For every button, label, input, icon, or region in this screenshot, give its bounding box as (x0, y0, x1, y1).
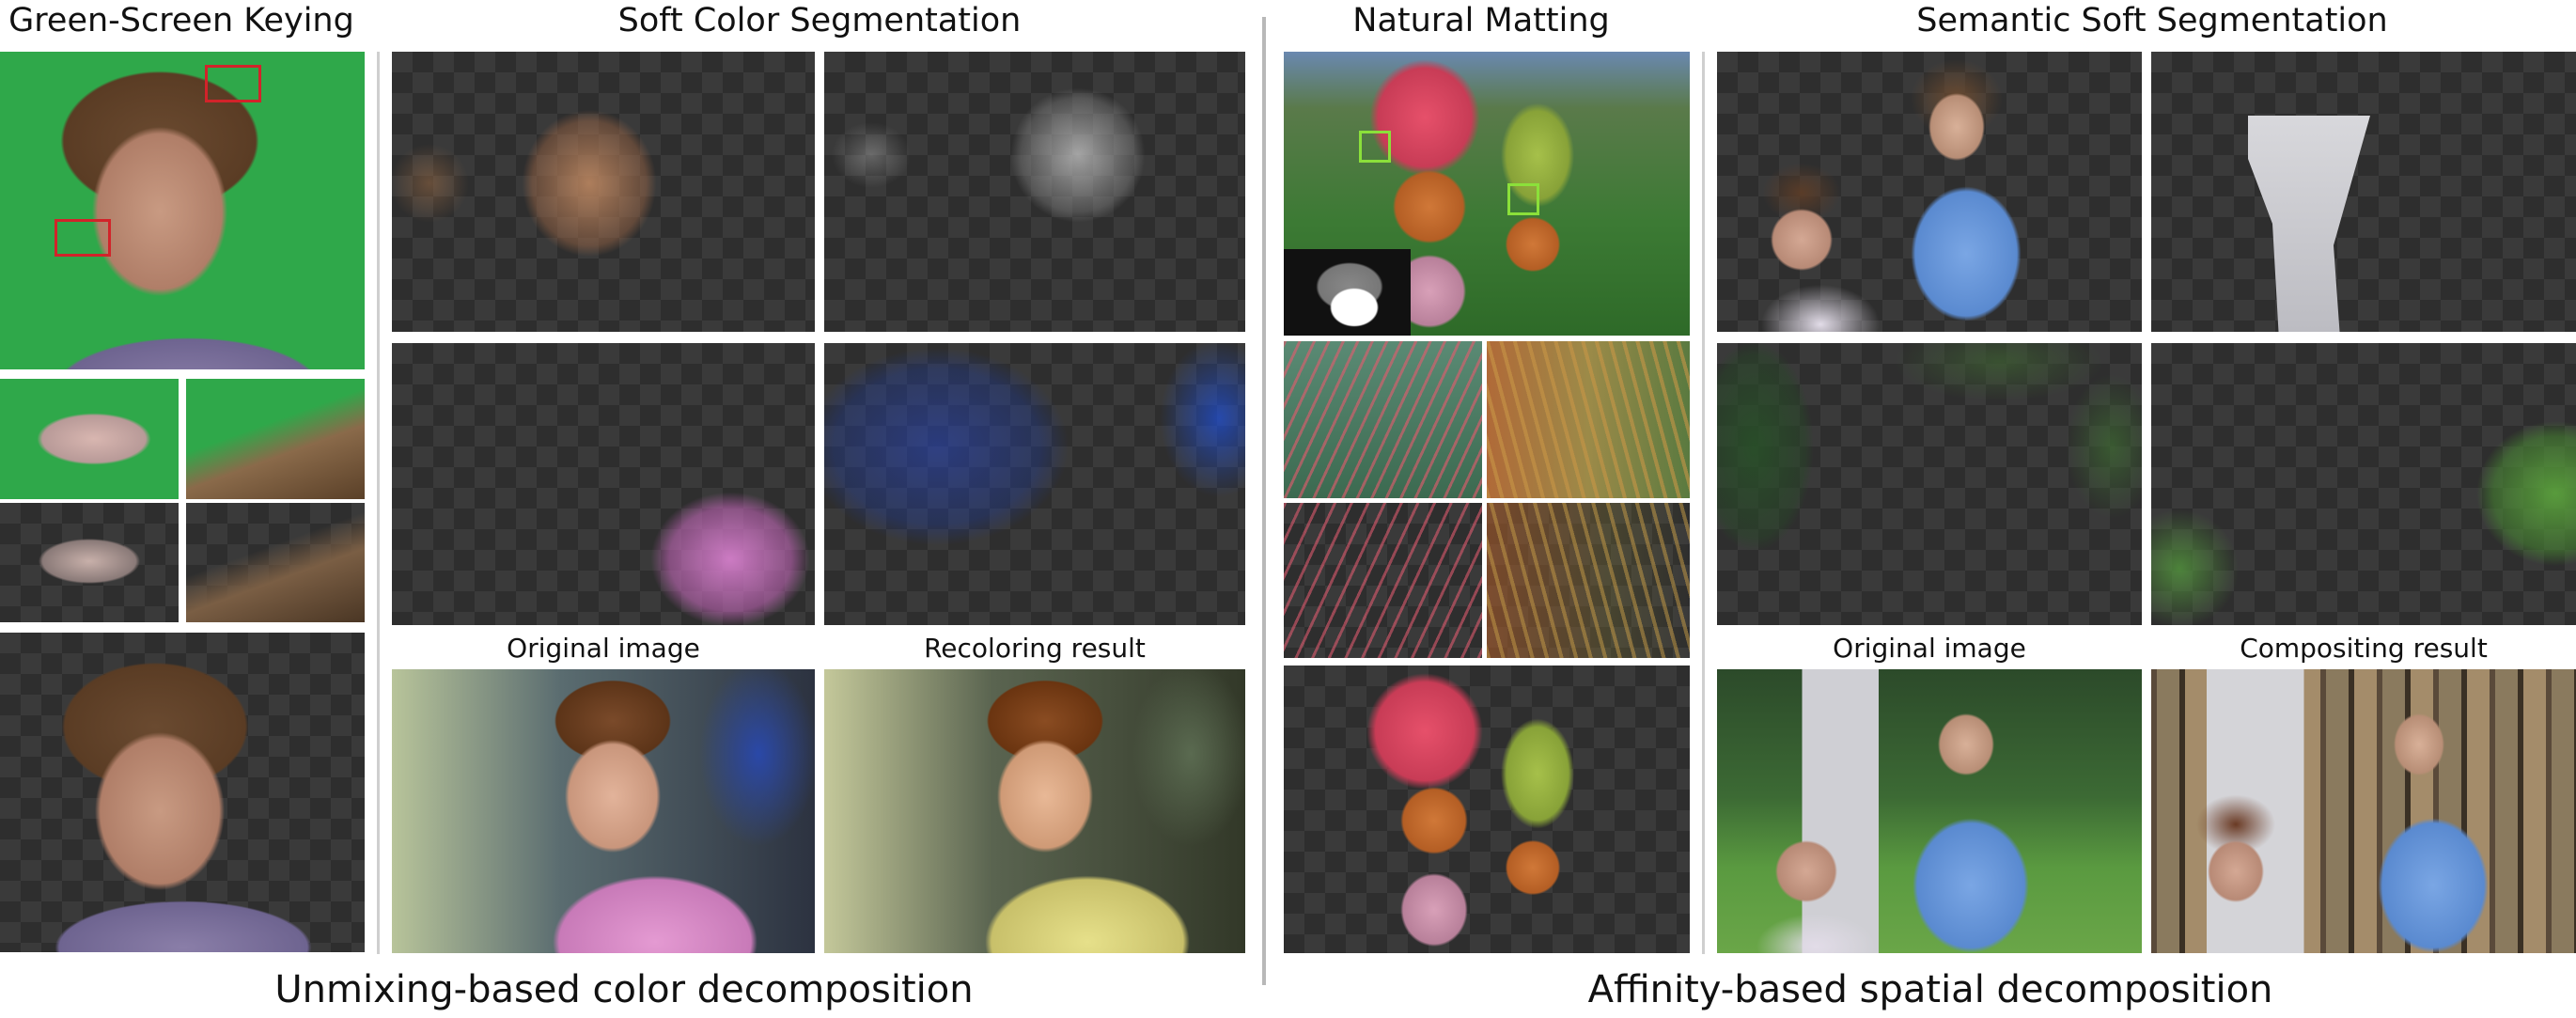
layer-pink-content (392, 343, 815, 625)
label-original-image-right: Original image (1833, 633, 2026, 664)
caption-unmixing-based: Unmixing-based color decomposition (274, 968, 974, 1011)
divider-left-columns (377, 52, 380, 954)
layer-foliage-content (1717, 343, 2142, 625)
label-recoloring-result: Recoloring result (924, 633, 1146, 664)
layer-grass-content (2151, 343, 2576, 625)
recolored-child-photo (824, 669, 1245, 953)
semantic-layer-children (1717, 52, 2142, 332)
glasses-crop-extracted (0, 503, 179, 622)
original-children-photo (1717, 669, 2142, 953)
divider-center (1262, 17, 1266, 985)
red-selection-box-glasses (55, 219, 111, 257)
hair-crop-green (186, 379, 365, 499)
label-original-image-left: Original image (507, 633, 700, 664)
trimap-foreground-region (1317, 277, 1392, 336)
soft-color-layer-blue (824, 343, 1245, 625)
hair-extract-overlay (186, 503, 365, 622)
matting-crop-pink-extracted (1284, 503, 1482, 658)
green-screen-portrait (0, 52, 365, 369)
green-hair-strands (1487, 503, 1690, 658)
soft-color-layer-pink (392, 343, 815, 625)
troll-dolls-extracted (1284, 666, 1690, 953)
semantic-layer-foliage (1717, 343, 2142, 625)
matting-crop-green-extracted (1487, 503, 1690, 658)
heading-semantic-soft-segmentation: Semantic Soft Segmentation (1916, 2, 2388, 39)
pink-hair-strands (1284, 503, 1482, 658)
layer-hair-content (824, 52, 1245, 332)
heading-green-screen-keying: Green-Screen Keying (8, 2, 354, 39)
troll-dolls-extracted-content (1284, 666, 1690, 953)
layer-children-content (1717, 52, 2142, 332)
semantic-layer-sign (2151, 52, 2576, 332)
hair-crop-extracted (186, 503, 365, 622)
heading-soft-color-segmentation: Soft Color Segmentation (617, 2, 1022, 39)
glasses-crop-green (0, 379, 179, 499)
layer-sign-content (2248, 116, 2370, 332)
soft-color-layer-hair (824, 52, 1245, 332)
soft-color-layer-skin (392, 52, 815, 332)
matting-crop-green-original (1487, 341, 1690, 498)
glasses-extract-overlay (9, 522, 169, 602)
keyed-portrait-result (0, 633, 365, 952)
composited-children-photo (2151, 669, 2576, 953)
original-child-photo (392, 669, 815, 953)
caption-affinity-based: Affinity-based spatial decomposition (1587, 968, 2273, 1011)
green-selection-box-right (1507, 183, 1539, 215)
semantic-layer-grass (2151, 343, 2576, 625)
layer-skin-content (392, 52, 815, 332)
red-selection-box-hair (205, 65, 261, 102)
matting-crop-pink-original (1284, 341, 1482, 498)
green-selection-box-left (1359, 131, 1391, 163)
keyed-portrait-subject (0, 633, 365, 952)
divider-right-columns (1702, 52, 1705, 954)
heading-natural-matting: Natural Matting (1352, 2, 1610, 39)
trimap-inset (1284, 249, 1411, 336)
label-compositing-result: Compositing result (2240, 633, 2488, 664)
troll-dolls-photo (1284, 52, 1690, 336)
layer-blue-content (824, 343, 1245, 625)
